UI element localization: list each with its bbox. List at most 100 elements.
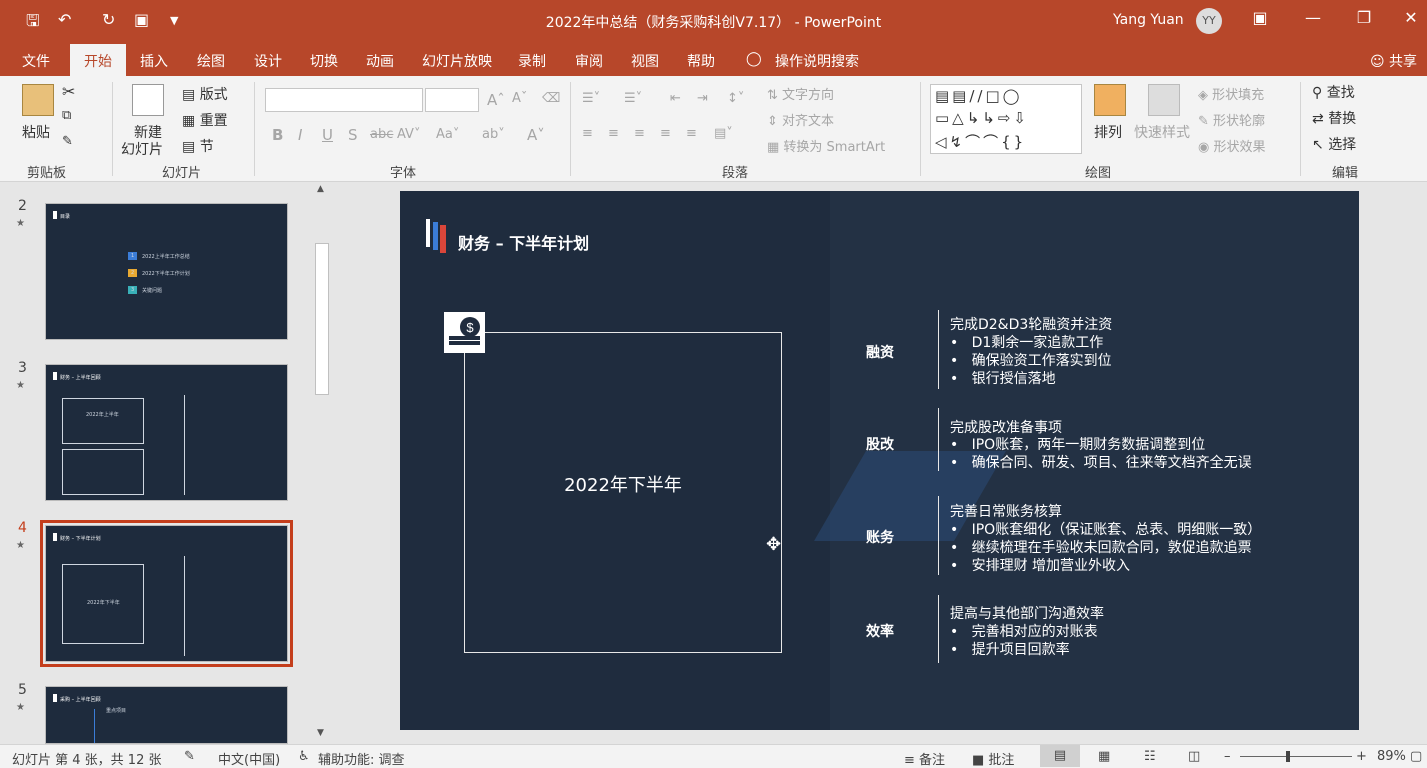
tab-animations[interactable]: 动画	[366, 51, 394, 71]
highlight-icon[interactable]: ab˅	[482, 127, 505, 142]
bold-icon[interactable]: B	[272, 126, 283, 144]
new-slide-label[interactable]: 幻灯片	[121, 139, 163, 159]
tab-view[interactable]: 视图	[631, 51, 659, 71]
tab-home[interactable]: 开始	[70, 44, 126, 76]
avatar[interactable]: YY	[1196, 8, 1222, 34]
reset-button[interactable]: ▦ 重置	[182, 110, 228, 130]
shapes-gallery[interactable]: ▤▤∕∕□◯ ▭△↳↳⇨⇩ ◁↯⌒⌒{}	[930, 84, 1082, 154]
zoom-percent[interactable]: 89%	[1377, 749, 1406, 764]
tab-review[interactable]: 审阅	[575, 51, 603, 71]
tab-design[interactable]: 设计	[254, 51, 282, 71]
distributed-icon[interactable]: ≡	[686, 126, 697, 141]
change-case-icon[interactable]: Aa˅	[436, 127, 459, 142]
tab-insert[interactable]: 插入	[140, 51, 168, 71]
tab-file[interactable]: 文件	[22, 51, 50, 71]
zoom-slider[interactable]	[1240, 756, 1352, 757]
thumbnail-slide-2[interactable]: 目录 1 2022上半年工作总结 2 2022下半年工作计划 3 关键问题	[45, 203, 288, 340]
slide-counter[interactable]: 幻灯片 第 4 张，共 12 张	[12, 749, 161, 768]
zoom-out-button[interactable]: –	[1224, 749, 1231, 764]
font-size-combo[interactable]	[425, 88, 479, 112]
format-painter-icon[interactable]: ✎	[62, 134, 73, 149]
shape-fill-button[interactable]: ◈ 形状填充	[1198, 84, 1264, 103]
columns-icon[interactable]: ▤˅	[714, 126, 733, 141]
close-button[interactable]: ✕	[1395, 8, 1427, 27]
arrange-icon[interactable]	[1094, 84, 1126, 116]
slideshow-icon[interactable]: ◫	[1188, 749, 1200, 764]
slide-title[interactable]: 财务 – 下半年计划	[458, 230, 589, 254]
decrease-indent-icon[interactable]: ⇤	[670, 91, 681, 106]
shape-row-1[interactable]: ▤▤∕∕□◯	[935, 87, 1022, 105]
select-button[interactable]: ↖ 选择	[1312, 134, 1356, 154]
line-spacing-icon[interactable]: ↕˅	[727, 91, 744, 106]
language-indicator[interactable]: 中文(中国)	[218, 749, 280, 768]
scroll-down-icon[interactable]: ▼	[317, 728, 324, 738]
shape-row-2[interactable]: ▭△↳↳⇨⇩	[935, 109, 1029, 127]
scrollbar-thumb[interactable]	[315, 243, 329, 395]
fit-to-window-icon[interactable]: ▢	[1410, 749, 1422, 764]
underline-icon[interactable]: U	[322, 126, 333, 144]
accessibility-status[interactable]: 辅助功能: 调查	[318, 749, 405, 768]
thumbnail-slide-3[interactable]: 财务 – 上半年回顾 2022年上半年	[45, 364, 288, 501]
tab-draw[interactable]: 绘图	[197, 51, 225, 71]
tab-slideshow[interactable]: 幻灯片放映	[422, 51, 492, 71]
quick-styles-icon[interactable]	[1148, 84, 1180, 116]
shape-effects-button[interactable]: ◉ 形状效果	[1198, 136, 1266, 155]
font-name-combo[interactable]	[265, 88, 423, 112]
copy-icon[interactable]: ⧉	[62, 108, 71, 123]
tab-transitions[interactable]: 切换	[310, 51, 338, 71]
share-button[interactable]: ☺ 共享	[1370, 51, 1417, 71]
comments-button[interactable]: ■ 批注	[972, 749, 1014, 768]
replace-button[interactable]: ⇄ 替换	[1312, 108, 1356, 128]
align-right-icon[interactable]: ≡	[634, 126, 645, 141]
quick-styles-button[interactable]: 快速样式	[1134, 122, 1190, 142]
ribbon-display-icon[interactable]: ▣	[1240, 8, 1280, 27]
align-center-icon[interactable]: ≡	[608, 126, 619, 141]
shape-outline-button[interactable]: ✎ 形状轮廓	[1198, 110, 1265, 129]
paste-icon[interactable]	[22, 84, 54, 116]
layout-button[interactable]: ▤ 版式	[182, 84, 228, 104]
shadow-icon[interactable]: S	[348, 126, 358, 144]
bullets-icon[interactable]: ☰˅	[582, 91, 600, 106]
italic-icon[interactable]: I	[298, 126, 302, 144]
strikethrough-icon[interactable]: abc	[370, 127, 393, 142]
align-left-icon[interactable]: ≡	[582, 126, 593, 141]
thumbnail-slide-5[interactable]: 采购 – 上半年回顾 重点项目	[45, 686, 288, 744]
shape-row-3[interactable]: ◁↯⌒⌒{}	[935, 131, 1026, 152]
spelling-icon[interactable]: ✎	[184, 749, 195, 764]
tell-me-search[interactable]: 操作说明搜索	[775, 51, 859, 71]
normal-view-icon[interactable]: ▤	[1040, 745, 1080, 767]
maximize-button[interactable]: ❐	[1344, 8, 1384, 27]
justify-icon[interactable]: ≡	[660, 126, 671, 141]
grow-font-icon[interactable]: Aˆ	[487, 91, 505, 109]
accessibility-icon[interactable]: ♿	[298, 749, 310, 764]
smartart-button[interactable]: ▦ 转换为 SmartArt	[767, 136, 885, 155]
minimize-button[interactable]: —	[1293, 8, 1333, 27]
slide-sorter-icon[interactable]: ▦	[1098, 749, 1110, 764]
tab-help[interactable]: 帮助	[687, 51, 715, 71]
new-slide-icon[interactable]	[132, 84, 164, 116]
arrange-button[interactable]: 排列	[1094, 122, 1122, 142]
zoom-in-button[interactable]: +	[1356, 749, 1367, 764]
user-name[interactable]: Yang Yuan	[1113, 12, 1184, 28]
clear-format-icon[interactable]: ⌫	[542, 91, 560, 106]
text-direction-button[interactable]: ⇅ 文字方向	[767, 84, 834, 103]
reading-view-icon[interactable]: ☷	[1144, 749, 1156, 764]
thumbnail-slide-4[interactable]: 财务 – 下半年计划 2022年下半年	[40, 520, 293, 667]
slide-canvas[interactable]: 财务 – 下半年计划 $ 2022年下半年 融资 完成D2&D3轮融资并注资 •…	[400, 191, 1359, 730]
section-button[interactable]: ▤ 节	[182, 136, 214, 156]
shrink-font-icon[interactable]: Aˇ	[512, 91, 527, 106]
font-group-label: 字体	[390, 166, 417, 181]
align-text-button[interactable]: ⇕ 对齐文本	[767, 110, 834, 129]
notes-button[interactable]: ≡ 备注	[904, 749, 945, 768]
numbering-icon[interactable]: ☰˅	[624, 91, 642, 106]
find-button[interactable]: ⚲ 查找	[1312, 82, 1355, 102]
font-color-icon[interactable]: A˅	[527, 126, 545, 144]
char-spacing-icon[interactable]: AV˅	[397, 127, 420, 142]
increase-indent-icon[interactable]: ⇥	[697, 91, 708, 106]
tab-record[interactable]: 录制	[518, 51, 546, 71]
money-icon[interactable]: $	[444, 312, 485, 353]
zoom-slider-handle[interactable]	[1286, 751, 1290, 762]
cut-icon[interactable]: ✂	[62, 82, 75, 101]
scroll-up-icon[interactable]: ▲	[317, 184, 324, 194]
paste-button[interactable]: 粘贴	[22, 122, 50, 142]
